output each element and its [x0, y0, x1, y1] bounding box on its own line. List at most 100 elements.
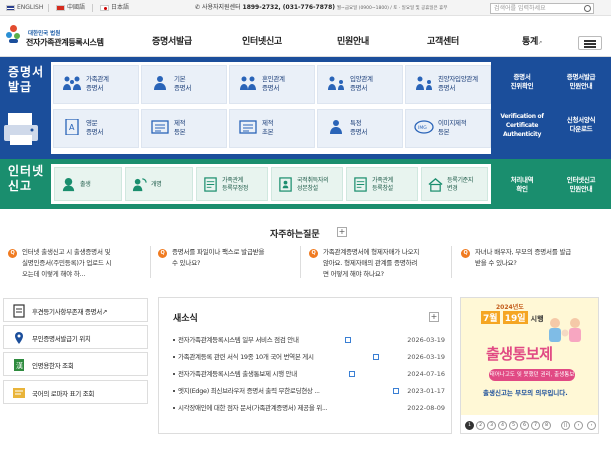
side-link-line2: 민원안내 [569, 185, 593, 193]
support-center-info: ✆ 사용자지원센터 1899-2732, (031-776-7878) 월~금요… [195, 0, 447, 17]
news-item[interactable]: 전자가족관계등록시스템 출생통보제 시행 안내 2024-07-16 [173, 368, 445, 380]
cert-authenticity-check-link[interactable]: 증명서 진위확인 [494, 73, 550, 91]
new-badge-icon [345, 337, 351, 343]
correction-icon [204, 177, 217, 192]
news-item[interactable]: 가족관계등록 관련 서식 19종 10개 국어 번역본 게시 2026-03-1… [173, 351, 445, 363]
page-dot-1[interactable]: 1 [465, 421, 474, 430]
faq-item[interactable]: Q 인터넷 출생신고 시 출생증명서 및 실명인증서(주민등록)가 업로드 시 오는… [8, 247, 140, 280]
cert-register-extract-label: 제적 초본 [262, 119, 274, 137]
report-registry-creation[interactable]: 가족관계 등록창설 [346, 167, 418, 201]
faq-item[interactable]: Q 증명서를 파일이나 팩스로 발급받을 수 있나요? [158, 247, 290, 269]
bullet [173, 407, 175, 409]
cert-label-line2: 증명서 [262, 84, 280, 92]
cert-label-line2: 증명서 [174, 84, 192, 92]
bullet [173, 390, 175, 392]
nav-item-certificates[interactable]: 증명서발급 [152, 34, 192, 47]
faq-text-line2: 받을 수 있나요? [475, 259, 517, 267]
quick-link-romanization[interactable]: 국어의 로마자 표기 조회 [3, 380, 148, 404]
news-more-button[interactable]: + [429, 312, 439, 322]
specific-doc-icon [330, 120, 342, 134]
promo-banner[interactable]: 2024년도 7월 19일 시행 출생통보제 태어나고도 잊 못했던 권리, 출… [460, 297, 599, 434]
quick-link-hanja-lookup[interactable]: 漢 인명용한자 조회 [3, 352, 148, 376]
faq-item[interactable]: Q 자녀나 배우자, 부모의 증명서를 발급 받을 수 있나요? [461, 247, 601, 269]
banner-slide[interactable]: 2024년도 7월 19일 시행 출생통보제 태어나고도 잊 못했던 권리, 출… [461, 298, 598, 415]
registration-icon [354, 177, 367, 192]
report-birth-label: 출생 [80, 181, 91, 188]
report-naturalized-surname-label: 국적취득자의 성본창설 [297, 177, 329, 193]
cert-label-line1: 혼인관계 [262, 75, 285, 83]
faq-item[interactable]: Q 가족관계증명서에 형제자매가 나오지 않아요. 형제자매의 관계를 증명하려 면… [309, 247, 443, 280]
report-label-line2: 신고 [8, 179, 33, 193]
lang-chinese-link[interactable]: 中國語 [56, 0, 85, 16]
quick-link-label: 무인증명서발급기 위치 [32, 335, 91, 343]
nav-item-internet-report[interactable]: 인터넷신고 [242, 34, 282, 47]
report-status-check-link[interactable]: 처리내역 확인 [494, 176, 550, 194]
previous-arrow-icon[interactable]: ‹ [574, 421, 583, 430]
news-item[interactable]: 엣지(Edge) 최신브라우저 증명서 출력 무한로딩현상 ... 2023-0… [173, 385, 445, 397]
report-base-change[interactable]: 등록기준지 변경 [421, 167, 488, 201]
cert-full-adoption[interactable]: 친양자입양관계 증명서 [405, 65, 491, 104]
faq-more-button[interactable]: + [337, 227, 347, 237]
news-item-title: 가족관계등록 관련 서식 19종 10개 국어 번역본 게시 [178, 353, 314, 361]
quick-link-guardian-certificate[interactable]: 후견등기사항부존재 증명서↗ [3, 298, 148, 322]
cert-civil-guide-link[interactable]: 증명서발급 민원안내 [552, 73, 610, 91]
cert-marriage[interactable]: 혼인관계 증명서 [229, 65, 315, 104]
lang-english-link[interactable]: ENGLISH [6, 0, 43, 16]
pause-icon[interactable]: || [561, 421, 570, 430]
form-download-link[interactable]: 신청서양식 다운로드 [552, 116, 610, 134]
court-logo-icon[interactable] [6, 25, 22, 47]
cert-specific-label: 특정 증명서 [350, 119, 367, 137]
japan-flag-icon [100, 5, 109, 11]
nav-item-civil-guide[interactable]: 민원안내 [337, 34, 369, 47]
hamburger-menu-button[interactable] [578, 36, 602, 50]
cert-image-register[interactable]: IMG 이미지제적 등본 [405, 109, 491, 148]
side-link-line2: Certificate [505, 122, 539, 129]
report-registry-correction[interactable]: 가족관계 등록부정정 [196, 167, 268, 201]
nav-item-customer-center-label: 고객센터 [427, 37, 459, 47]
report-birth[interactable]: 출생 [54, 167, 122, 201]
faq-text-line1: 가족관계증명서에 형제자매가 나오지 [323, 248, 420, 256]
cert-basic[interactable]: 기본 증명서 [141, 65, 227, 104]
internet-report-section-label: 인터넷 신고 [8, 164, 44, 194]
cert-adoption[interactable]: 입양관계 증명서 [317, 65, 403, 104]
image-register-icon: IMG [414, 120, 434, 134]
page-dot-2[interactable]: 2 [476, 421, 485, 430]
page-dot-8[interactable]: 8 [542, 421, 551, 430]
divider [92, 4, 93, 12]
news-item[interactable]: 전자가족관계등록시스템 일부 서비스 점검 안내 2026-03-19 [173, 334, 445, 346]
verification-english-link[interactable]: Verification of Certificate Authenticity [494, 112, 550, 139]
faq-text-line3: 면 어떻게 해야 하나요? [323, 270, 384, 278]
cert-family-relation[interactable]: 가족관계 증명서 [53, 65, 139, 104]
side-link-line1: 증명서발급 [566, 73, 596, 81]
cert-register-extract[interactable]: 제적 초본 [229, 109, 315, 148]
report-label-line2: 성본창설 [297, 185, 318, 192]
cert-english[interactable]: A 영문 증명서 [53, 109, 139, 148]
bullet [173, 339, 175, 341]
quick-link-label: 국어의 로마자 표기 조회 [32, 390, 95, 398]
page-dot-4[interactable]: 4 [498, 421, 507, 430]
page-dot-3[interactable]: 3 [487, 421, 496, 430]
nav-item-statistics[interactable]: 통계↗ [522, 34, 542, 47]
nav-item-customer-center[interactable]: 고객센터 [427, 34, 459, 47]
report-civil-guide-link[interactable]: 인터넷신고 민원안내 [552, 176, 610, 194]
cert-specific[interactable]: 특정 증명서 [317, 109, 403, 148]
news-item[interactable]: 시각장애인에 대한 점자 문서(가족관계증명서) 제공을 위... 2022-0… [173, 402, 445, 414]
search-input[interactable]: 검색어를 입력하세요 [490, 3, 594, 14]
utility-bar: ENGLISH 中國語 日本語 ✆ 사용자지원센터 1899-2732, (03… [0, 0, 611, 16]
report-naturalized-surname[interactable]: 국적취득자의 성본창설 [271, 167, 343, 201]
faq-title: 자주하는질문 [270, 230, 320, 240]
search-icon[interactable] [584, 5, 591, 12]
cert-register-copy[interactable]: 제적 등본 [141, 109, 227, 148]
page-dot-5[interactable]: 5 [509, 421, 518, 430]
uk-flag-icon [6, 5, 15, 11]
lang-japanese-link[interactable]: 日本語 [100, 0, 129, 16]
next-arrow-icon[interactable]: › [587, 421, 596, 430]
quick-link-kiosk-location[interactable]: 무인증명서발급기 위치 [3, 325, 148, 349]
report-label-line1: 가족관계 [222, 177, 243, 184]
page-dot-6[interactable]: 6 [520, 421, 529, 430]
logo-title[interactable]: 전자가족관계등록시스템 [26, 37, 104, 48]
report-name-change[interactable]: 개명 [125, 167, 193, 201]
page-dot-7[interactable]: 7 [531, 421, 540, 430]
news-item-date: 2023-01-17 [407, 387, 445, 395]
news-item-date: 2026-03-19 [407, 353, 445, 361]
